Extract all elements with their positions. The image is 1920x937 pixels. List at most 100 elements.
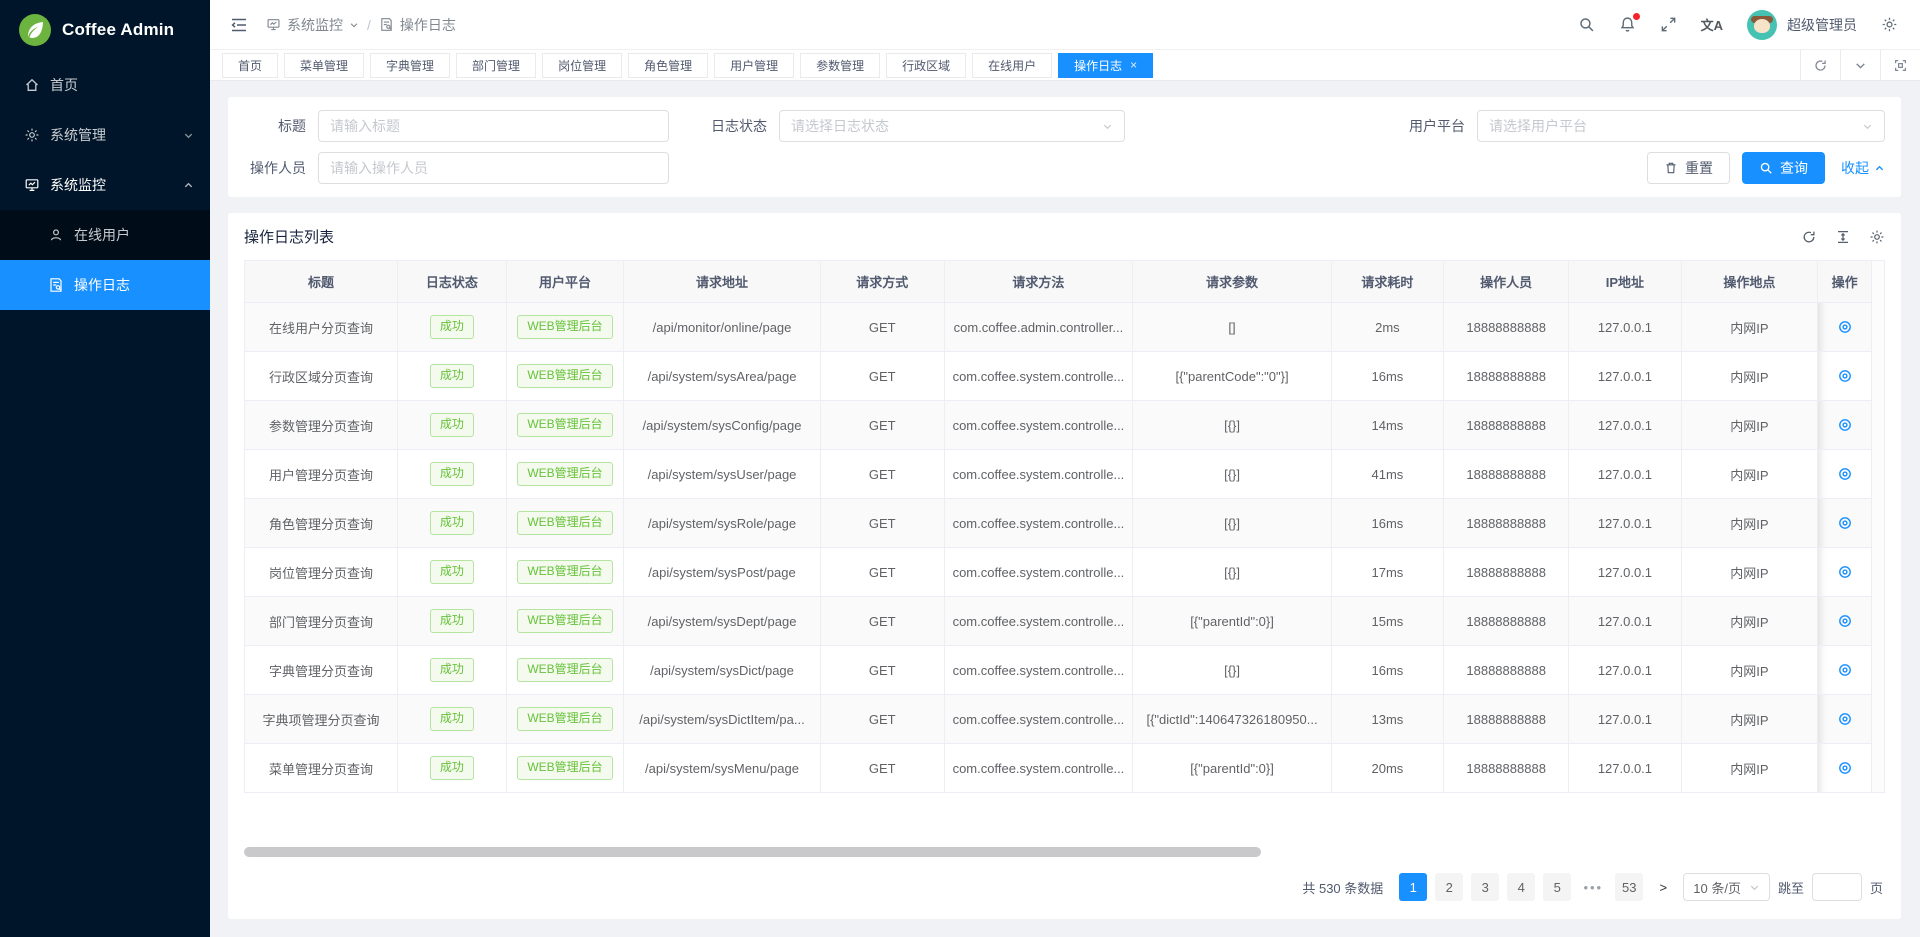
platform-badge: WEB管理后台 — [517, 364, 612, 388]
view-detail-eye-icon[interactable] — [1837, 466, 1853, 482]
cell-request-method: com.coffee.system.controlle... — [944, 450, 1133, 499]
page-button[interactable]: 5 — [1543, 873, 1571, 901]
menu-fold-icon[interactable] — [230, 16, 248, 34]
cell-duration: 2ms — [1331, 303, 1443, 352]
settings-gear-icon[interactable] — [1881, 16, 1898, 33]
sidebar-item-system-monitor[interactable]: 系统监控 — [0, 160, 210, 210]
tab[interactable]: 字典管理 — [370, 53, 450, 78]
sidebar-item-online-users[interactable]: 在线用户 — [0, 210, 210, 260]
view-detail-eye-icon[interactable] — [1837, 368, 1853, 384]
tab[interactable]: 菜单管理 — [284, 53, 364, 78]
status-badge: 成功 — [430, 658, 474, 682]
search-icon[interactable] — [1578, 16, 1595, 33]
cell-status: 成功 — [397, 548, 506, 597]
cell-platform: WEB管理后台 — [506, 695, 623, 744]
cell-platform: WEB管理后台 — [506, 646, 623, 695]
tab-label: 行政区域 — [902, 57, 950, 74]
cell-actions — [1818, 450, 1872, 499]
trash-icon — [1664, 161, 1678, 175]
reset-button[interactable]: 重置 — [1647, 152, 1730, 184]
tab-close-icon[interactable]: × — [1130, 58, 1137, 72]
tab[interactable]: 操作日志 × — [1058, 53, 1153, 78]
maximize-icon[interactable] — [1880, 50, 1920, 80]
cell-request-url: /api/monitor/online/page — [624, 303, 821, 352]
tab[interactable]: 用户管理 — [714, 53, 794, 78]
jump-suffix: 页 — [1870, 878, 1883, 897]
log-document-icon — [379, 17, 394, 32]
tab-label: 角色管理 — [644, 57, 692, 74]
sidebar-item-home[interactable]: 首页 — [0, 60, 210, 110]
page-button[interactable]: 3 — [1471, 873, 1499, 901]
user-menu[interactable]: 超级管理员 — [1747, 10, 1857, 40]
tab-label: 字典管理 — [386, 57, 434, 74]
page-button[interactable]: ••• — [1579, 873, 1607, 901]
tab[interactable]: 角色管理 — [628, 53, 708, 78]
fullscreen-icon[interactable] — [1660, 16, 1677, 33]
tabbar: 首页 菜单管理 字典管理 部门管理 — [210, 50, 1920, 81]
cell-request-url: /api/system/sysRole/page — [624, 499, 821, 548]
column-header: 用户平台 — [506, 261, 623, 303]
log-status-select[interactable]: 请选择日志状态 — [779, 110, 1125, 142]
view-detail-eye-icon[interactable] — [1837, 319, 1853, 335]
app-logo[interactable]: Coffee Admin — [0, 0, 210, 60]
view-detail-eye-icon[interactable] — [1837, 711, 1853, 727]
vertical-scrollbar-track[interactable] — [1872, 260, 1885, 793]
view-detail-eye-icon[interactable] — [1837, 417, 1853, 433]
cell-ip: 127.0.0.1 — [1569, 352, 1681, 401]
column-settings-gear-icon[interactable] — [1869, 229, 1885, 245]
page-button[interactable]: 53 — [1615, 873, 1643, 901]
leaf-logo-icon — [18, 13, 52, 47]
cell-request-params: [{}] — [1133, 450, 1331, 499]
cell-status: 成功 — [397, 695, 506, 744]
view-detail-eye-icon[interactable] — [1837, 662, 1853, 678]
tab[interactable]: 参数管理 — [800, 53, 880, 78]
page-size-select[interactable]: 10 条/页 — [1683, 873, 1770, 901]
refresh-icon[interactable] — [1800, 50, 1840, 80]
status-badge: 成功 — [430, 560, 474, 584]
cell-ip: 127.0.0.1 — [1569, 401, 1681, 450]
log-list-header: 操作日志列表 — [244, 213, 1885, 260]
tab[interactable]: 首页 — [222, 53, 278, 78]
row-density-icon[interactable] — [1835, 229, 1851, 245]
cell-request-verb: GET — [820, 303, 944, 352]
gear-icon — [24, 127, 40, 143]
tab[interactable]: 行政区域 — [886, 53, 966, 78]
cell-actions — [1818, 597, 1872, 646]
tab[interactable]: 在线用户 — [972, 53, 1052, 78]
view-detail-eye-icon[interactable] — [1837, 515, 1853, 531]
cell-ip: 127.0.0.1 — [1569, 303, 1681, 352]
refresh-icon[interactable] — [1801, 229, 1817, 245]
sidebar-item-operation-log[interactable]: 操作日志 — [0, 260, 210, 310]
tab-label: 岗位管理 — [558, 57, 606, 74]
translate-icon[interactable]: 文A — [1701, 15, 1723, 34]
horizontal-scrollbar-thumb[interactable] — [244, 847, 1261, 857]
tab[interactable]: 岗位管理 — [542, 53, 622, 78]
collapse-filter-link[interactable]: 收起 — [1841, 158, 1885, 178]
cell-duration: 13ms — [1331, 695, 1443, 744]
page-button[interactable]: 1 — [1399, 873, 1427, 901]
table-row: 用户管理分页查询 成功 WEB管理后台 /api/system/sysUser/… — [245, 450, 1872, 499]
jump-page-input[interactable] — [1812, 873, 1862, 901]
cell-location: 内网IP — [1681, 352, 1818, 401]
page-button[interactable]: 2 — [1435, 873, 1463, 901]
operator-label: 操作人员 — [244, 158, 318, 178]
page-button[interactable]: 4 — [1507, 873, 1535, 901]
search-button[interactable]: 查询 — [1742, 152, 1825, 184]
breadcrumb-label: 系统监控 — [287, 15, 343, 35]
chevron-down-icon[interactable] — [1840, 50, 1880, 80]
view-detail-eye-icon[interactable] — [1837, 760, 1853, 776]
title-input[interactable] — [318, 110, 669, 142]
tab[interactable]: 部门管理 — [456, 53, 536, 78]
table-row: 菜单管理分页查询 成功 WEB管理后台 /api/system/sysMenu/… — [245, 744, 1872, 793]
breadcrumb-item-monitor[interactable]: 系统监控 — [266, 15, 359, 35]
cell-request-params: [{}] — [1133, 401, 1331, 450]
cell-title: 参数管理分页查询 — [245, 401, 398, 450]
operator-input[interactable] — [318, 152, 669, 184]
sidebar-item-system-management[interactable]: 系统管理 — [0, 110, 210, 160]
notification-bell-icon[interactable] — [1619, 16, 1636, 33]
next-page-button[interactable]: > — [1651, 873, 1675, 901]
user-platform-select[interactable]: 请选择用户平台 — [1477, 110, 1885, 142]
view-detail-eye-icon[interactable] — [1837, 564, 1853, 580]
chevron-down-icon — [1862, 121, 1873, 132]
view-detail-eye-icon[interactable] — [1837, 613, 1853, 629]
